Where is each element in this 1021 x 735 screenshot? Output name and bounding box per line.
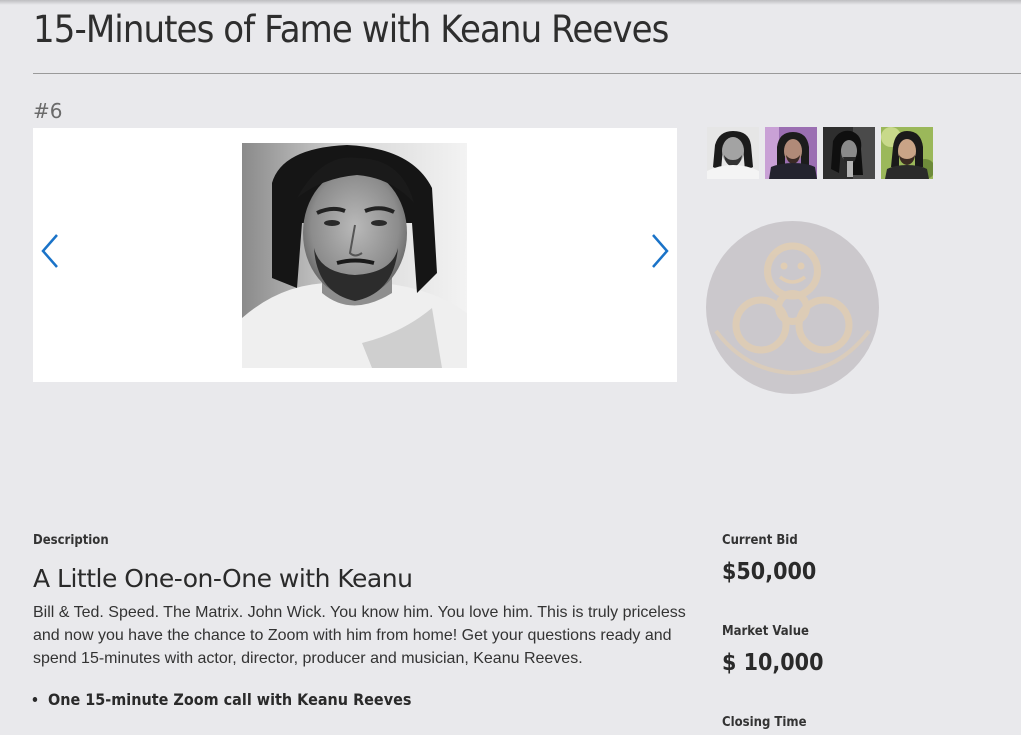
carousel-next-button[interactable] (649, 231, 673, 271)
chevron-left-icon (41, 234, 58, 268)
thumbnail-4[interactable] (881, 127, 933, 179)
description-label: Description (33, 533, 109, 548)
lot-number: #6 (33, 99, 63, 123)
page-title: 15-Minutes of Fame with Keanu Reeves (33, 8, 669, 51)
top-shadow (0, 0, 1021, 5)
thumbnail-strip (707, 127, 933, 179)
market-value-label: Market Value (722, 624, 809, 639)
market-value-value: $ 10,000 (722, 650, 824, 676)
image-carousel (33, 128, 677, 382)
current-bid-label: Current Bid (722, 533, 798, 548)
description-bullets: One 15-minute Zoom call with Keanu Reeve… (33, 690, 452, 709)
main-photo (242, 143, 467, 368)
description-body: Bill & Ted. Speed. The Matrix. John Wick… (33, 604, 686, 667)
thumbnail-1[interactable] (707, 127, 759, 179)
thumbnail-2[interactable] (765, 127, 817, 179)
description-heading: A Little One-on-One with Keanu (33, 564, 413, 593)
biohazard-smiley-icon (706, 221, 879, 394)
current-bid-value: $50,000 (722, 559, 817, 585)
list-item: One 15-minute Zoom call with Keanu Reeve… (48, 690, 411, 709)
closing-time-label: Closing Time (722, 715, 807, 730)
chevron-right-icon (652, 234, 669, 268)
thumbnail-3[interactable] (823, 127, 875, 179)
carousel-prev-button[interactable] (37, 231, 61, 271)
title-divider (33, 73, 1021, 74)
